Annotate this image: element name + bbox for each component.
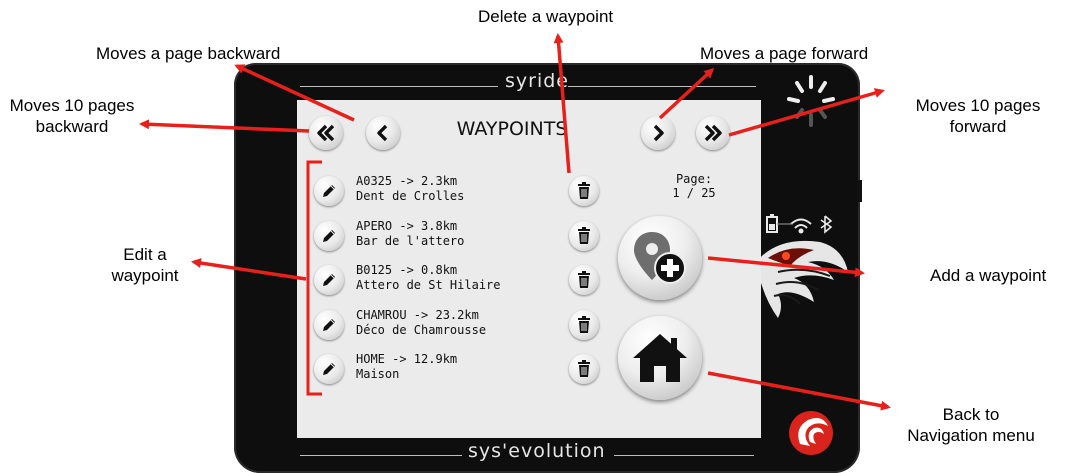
annotation-ten-back: Moves 10 pages backward — [9, 96, 135, 136]
arrow-edit — [191, 258, 307, 281]
arrow-delete — [553, 33, 571, 174]
annotation-add: Add a waypoint — [930, 266, 1047, 285]
annotation-page-backward: Moves a page backward — [96, 44, 281, 63]
arrow-ten-back — [139, 119, 310, 133]
arrow-page-back — [234, 64, 355, 122]
annotation-delete: Delete a waypoint — [478, 7, 614, 26]
waypoint-bracket — [306, 160, 322, 396]
annotation-page-forward: Moves a page forward — [700, 44, 869, 63]
arrow-home — [707, 371, 891, 411]
annotation-edit: Edit a waypoint — [111, 245, 179, 285]
arrow-add — [707, 256, 865, 278]
arrow-ten-forward — [728, 88, 885, 137]
arrow-page-forward — [658, 67, 715, 120]
annotation-ten-forward: Moves 10 pages forward — [915, 96, 1041, 136]
annotation-home: Back to Navigation menu — [907, 405, 1035, 445]
annotation-arrows — [139, 33, 891, 411]
